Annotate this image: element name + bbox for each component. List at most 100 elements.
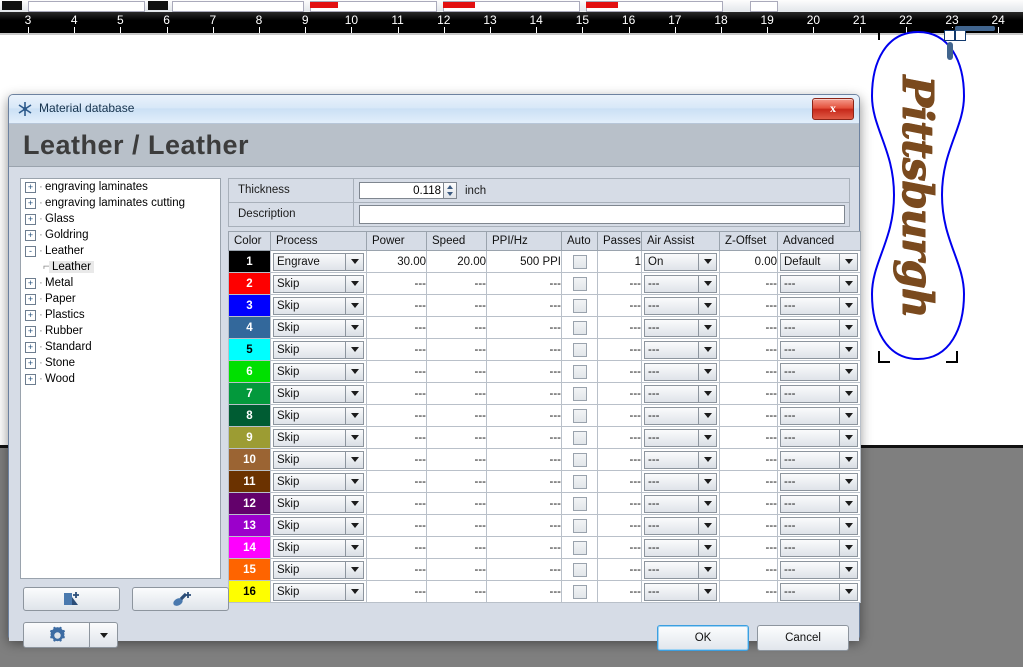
chevron-down-icon[interactable] — [839, 296, 858, 315]
process-cell[interactable]: Skip — [270, 360, 367, 383]
chevron-down-icon[interactable] — [345, 560, 364, 579]
advanced-cell[interactable]: --- — [777, 536, 861, 559]
speed-cell[interactable]: 20.00 — [426, 250, 487, 273]
air-assist-cell[interactable]: --- — [641, 316, 720, 339]
air-assist-select[interactable]: --- — [644, 560, 717, 579]
air-assist-select[interactable]: --- — [644, 406, 717, 425]
auto-checkbox[interactable] — [572, 299, 587, 313]
advanced-select[interactable]: --- — [780, 560, 858, 579]
air-assist-cell[interactable]: --- — [641, 272, 720, 295]
tree-item-paper[interactable]: + · Paper — [21, 291, 220, 307]
settings-dropdown-button[interactable] — [89, 622, 118, 648]
process-cell[interactable]: Engrave — [270, 250, 367, 273]
chevron-down-icon[interactable] — [839, 406, 858, 425]
color-swatch-cell[interactable]: 9 — [228, 426, 271, 449]
chevron-down-icon[interactable] — [698, 384, 717, 403]
toolbar-field-2[interactable] — [172, 1, 304, 12]
color-swatch-cell[interactable]: 8 — [228, 404, 271, 427]
passes-cell[interactable]: --- — [597, 426, 642, 449]
material-tree[interactable]: + · engraving laminates + · engraving laminat… — [20, 178, 221, 579]
selection-corner-tl[interactable] — [878, 28, 890, 40]
speed-cell[interactable]: --- — [426, 492, 487, 515]
column-header-speed[interactable]: Speed — [426, 231, 487, 251]
ppi-cell[interactable]: --- — [486, 272, 562, 295]
auto-cell[interactable] — [561, 470, 598, 493]
table-row[interactable]: 11 Skip --- --- --- --- --- --- --- — [228, 470, 861, 493]
advanced-cell[interactable]: --- — [777, 294, 861, 317]
process-cell[interactable]: Skip — [270, 580, 367, 603]
color-swatch-cell[interactable]: 10 — [228, 448, 271, 471]
air-assist-select[interactable]: --- — [644, 516, 717, 535]
auto-checkbox[interactable] — [572, 365, 587, 379]
speed-cell[interactable]: --- — [426, 448, 487, 471]
tree-item-rubber[interactable]: + · Rubber — [21, 323, 220, 339]
speed-cell[interactable]: --- — [426, 536, 487, 559]
advanced-cell[interactable]: --- — [777, 360, 861, 383]
air-assist-cell[interactable]: --- — [641, 382, 720, 405]
advanced-cell[interactable]: --- — [777, 448, 861, 471]
tree-expander-icon[interactable]: + — [25, 229, 36, 241]
ppi-cell[interactable]: --- — [486, 492, 562, 515]
color-swatch-cell[interactable]: 7 — [228, 382, 271, 405]
advanced-cell[interactable]: --- — [777, 316, 861, 339]
auto-checkbox[interactable] — [572, 563, 587, 577]
auto-cell[interactable] — [561, 404, 598, 427]
ppi-cell[interactable]: --- — [486, 558, 562, 581]
tree-item-glass[interactable]: + · Glass — [21, 211, 220, 227]
ppi-cell[interactable]: --- — [486, 382, 562, 405]
chevron-down-icon[interactable] — [698, 340, 717, 359]
chevron-down-icon[interactable] — [839, 538, 858, 557]
auto-cell[interactable] — [561, 426, 598, 449]
advanced-cell[interactable]: --- — [777, 404, 861, 427]
ppi-cell[interactable]: --- — [486, 536, 562, 559]
z-offset-cell[interactable]: --- — [719, 426, 778, 449]
ok-button[interactable]: OK — [657, 625, 749, 651]
column-header-air-assist[interactable]: Air Assist — [641, 231, 720, 251]
advanced-select[interactable]: --- — [780, 384, 858, 403]
process-cell[interactable]: Skip — [270, 492, 367, 515]
process-select[interactable]: Skip — [273, 406, 364, 425]
close-icon[interactable]: x — [812, 98, 854, 120]
air-assist-select[interactable]: --- — [644, 494, 717, 513]
tree-expander-icon[interactable]: + — [25, 341, 36, 353]
table-row[interactable]: 6 Skip --- --- --- --- --- --- --- — [228, 360, 861, 383]
z-offset-cell[interactable]: --- — [719, 272, 778, 295]
selection-handle-a[interactable] — [944, 30, 955, 41]
air-assist-cell[interactable]: --- — [641, 536, 720, 559]
speed-cell[interactable]: --- — [426, 360, 487, 383]
tree-item-wood[interactable]: + · Wood — [21, 371, 220, 387]
color-swatch-cell[interactable]: 15 — [228, 558, 271, 581]
z-offset-cell[interactable]: --- — [719, 514, 778, 537]
air-assist-select[interactable]: --- — [644, 318, 717, 337]
chevron-down-icon[interactable] — [839, 494, 858, 513]
process-select[interactable]: Skip — [273, 472, 364, 491]
column-header-color[interactable]: Color — [228, 231, 271, 251]
advanced-select[interactable]: --- — [780, 450, 858, 469]
speed-cell[interactable]: --- — [426, 404, 487, 427]
process-cell[interactable]: Skip — [270, 536, 367, 559]
color-swatch-cell[interactable]: 6 — [228, 360, 271, 383]
auto-checkbox[interactable] — [572, 409, 587, 423]
chevron-down-icon[interactable] — [698, 472, 717, 491]
air-assist-cell[interactable]: --- — [641, 580, 720, 603]
chevron-down-icon[interactable] — [839, 252, 858, 271]
column-header-advanced[interactable]: Advanced — [777, 231, 861, 251]
advanced-cell[interactable]: --- — [777, 338, 861, 361]
chevron-down-icon[interactable] — [345, 582, 364, 601]
process-select[interactable]: Skip — [273, 340, 364, 359]
process-cell[interactable]: Skip — [270, 426, 367, 449]
speed-cell[interactable]: --- — [426, 294, 487, 317]
chevron-down-icon[interactable] — [839, 340, 858, 359]
process-select[interactable]: Skip — [273, 296, 364, 315]
tree-expander-icon[interactable]: + — [25, 325, 36, 337]
z-offset-cell[interactable]: --- — [719, 316, 778, 339]
process-cell[interactable]: Skip — [270, 294, 367, 317]
tree-item-metal[interactable]: + · Metal — [21, 275, 220, 291]
chevron-down-icon[interactable] — [698, 582, 717, 601]
chevron-down-icon[interactable] — [839, 582, 858, 601]
chevron-down-icon[interactable] — [345, 296, 364, 315]
tree-item-engraving-laminates-cutting[interactable]: + · engraving laminates cutting — [21, 195, 220, 211]
advanced-select[interactable]: --- — [780, 516, 858, 535]
table-row[interactable]: 8 Skip --- --- --- --- --- --- --- — [228, 404, 861, 427]
auto-checkbox[interactable] — [572, 277, 587, 291]
